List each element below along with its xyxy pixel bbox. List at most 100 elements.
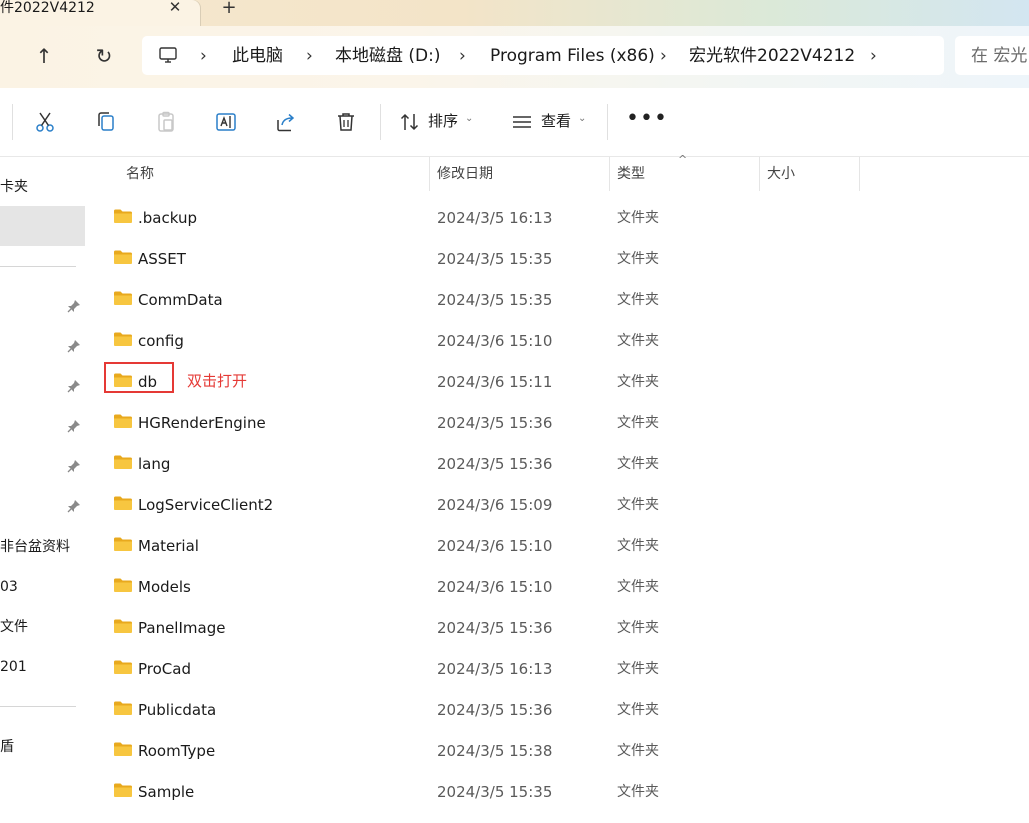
file-date: 2024/3/5 15:36 xyxy=(437,619,553,637)
view-icon[interactable] xyxy=(510,110,534,134)
column-header-name[interactable]: 名称 xyxy=(126,165,154,183)
column-divider[interactable] xyxy=(429,157,430,191)
pin-icon[interactable] xyxy=(66,298,82,314)
tab-active[interactable]: 件2022V4212 ✕ xyxy=(0,0,200,26)
divider xyxy=(12,104,13,140)
file-name[interactable]: Models xyxy=(138,578,191,596)
table-row[interactable]: HGRenderEngine 2024/3/5 15:36 文件夹 xyxy=(102,404,862,445)
file-type: 文件夹 xyxy=(617,579,659,595)
column-header-date[interactable]: 修改日期 xyxy=(437,165,493,183)
refresh-icon[interactable]: ↻ xyxy=(90,42,118,70)
share-icon[interactable] xyxy=(274,110,298,134)
folder-icon xyxy=(114,537,132,551)
chevron-right-icon[interactable]: › xyxy=(306,46,313,66)
table-row[interactable]: Models 2024/3/6 15:10 文件夹 xyxy=(102,568,862,609)
file-name[interactable]: CommData xyxy=(138,291,223,309)
table-row[interactable]: config 2024/3/6 15:10 文件夹 xyxy=(102,322,862,363)
file-name[interactable]: .backup xyxy=(138,209,197,227)
annotation-label: 双击打开 xyxy=(187,372,248,390)
file-date: 2024/3/5 15:35 xyxy=(437,250,553,268)
file-type: 文件夹 xyxy=(617,292,659,308)
delete-icon[interactable] xyxy=(334,110,358,134)
divider xyxy=(0,706,76,707)
chevron-right-icon[interactable]: › xyxy=(660,46,667,66)
table-row[interactable]: ProCad 2024/3/5 16:13 文件夹 xyxy=(102,650,862,691)
pin-icon[interactable] xyxy=(66,418,82,434)
paste-icon[interactable] xyxy=(154,110,178,134)
column-divider[interactable] xyxy=(859,157,860,191)
column-header-size[interactable]: 大小 xyxy=(767,165,795,183)
chevron-right-icon[interactable]: › xyxy=(459,46,466,66)
pin-icon[interactable] xyxy=(66,458,82,474)
table-row[interactable]: .backup 2024/3/5 16:13 文件夹 xyxy=(102,199,862,240)
folder-icon xyxy=(114,742,132,756)
sidebar-item-label[interactable]: 文件 xyxy=(0,618,28,636)
pin-icon[interactable] xyxy=(66,338,82,354)
search-input[interactable]: 在 宏光 xyxy=(955,36,1029,75)
divider xyxy=(0,266,76,267)
up-arrow-icon[interactable]: ↑ xyxy=(30,42,58,70)
table-row[interactable]: LogServiceClient2 2024/3/6 15:09 文件夹 xyxy=(102,486,862,527)
table-row[interactable]: ASSET 2024/3/5 15:35 文件夹 xyxy=(102,240,862,281)
command-bar: 排序 ⌄ 查看 ⌄ ••• xyxy=(0,88,1029,157)
breadcrumb-item-local-disk[interactable]: 本地磁盘 (D:) xyxy=(335,46,441,66)
cut-icon[interactable] xyxy=(33,110,57,134)
column-divider[interactable] xyxy=(609,157,610,191)
file-type: 文件夹 xyxy=(617,210,659,226)
pin-icon[interactable] xyxy=(66,378,82,394)
sidebar-item-label[interactable]: 非台盆资料 xyxy=(0,538,70,556)
sidebar-item-label[interactable]: 盾 xyxy=(0,738,14,756)
sort-ascending-icon: ^ xyxy=(678,153,688,166)
folder-icon xyxy=(114,701,132,715)
file-date: 2024/3/6 15:10 xyxy=(437,578,553,596)
folder-icon xyxy=(114,578,132,592)
table-row[interactable]: lang 2024/3/5 15:36 文件夹 xyxy=(102,445,862,486)
folder-icon xyxy=(114,660,132,674)
sidebar-item-label[interactable]: 201 xyxy=(0,658,27,676)
file-name[interactable]: ProCad xyxy=(138,660,191,678)
sidebar-item-selected[interactable] xyxy=(0,206,85,246)
address-bar[interactable]: › 此电脑 › 本地磁盘 (D:) › Program Files (x86) … xyxy=(142,36,944,75)
file-name[interactable]: Sample xyxy=(138,783,194,801)
file-date: 2024/3/5 15:36 xyxy=(437,455,553,473)
table-row[interactable]: PanelImage 2024/3/5 15:36 文件夹 xyxy=(102,609,862,650)
chevron-down-icon: ⌄ xyxy=(578,113,587,124)
column-divider[interactable] xyxy=(759,157,760,191)
table-row[interactable]: Sample 2024/3/5 15:35 文件夹 xyxy=(102,773,862,814)
column-header-type[interactable]: 类型 xyxy=(617,165,645,183)
file-name[interactable]: LogServiceClient2 xyxy=(138,496,273,514)
divider xyxy=(607,104,608,140)
file-list: ^ 名称 修改日期 类型 大小 .backup 2024/3/5 16:13 文件夹… xyxy=(88,153,1029,823)
table-row[interactable]: CommData 2024/3/5 15:35 文件夹 xyxy=(102,281,862,322)
breadcrumb-item-current-folder[interactable]: 宏光软件2022V4212 xyxy=(689,46,855,66)
chevron-right-icon[interactable]: › xyxy=(870,46,877,66)
copy-icon[interactable] xyxy=(94,110,118,134)
folder-icon xyxy=(114,332,132,346)
file-name[interactable]: Material xyxy=(138,537,199,555)
more-options-button[interactable]: ••• xyxy=(626,106,668,131)
file-type: 文件夹 xyxy=(617,661,659,677)
view-button[interactable]: 查看 xyxy=(541,111,571,131)
close-icon[interactable]: ✕ xyxy=(166,0,184,18)
sidebar-item-label[interactable]: 03 xyxy=(0,578,18,596)
file-name[interactable]: config xyxy=(138,332,184,350)
file-name[interactable]: RoomType xyxy=(138,742,215,760)
table-row[interactable]: Material 2024/3/6 15:10 文件夹 xyxy=(102,527,862,568)
breadcrumb-item-this-pc[interactable]: 此电脑 xyxy=(232,46,283,66)
file-name[interactable]: Publicdata xyxy=(138,701,216,719)
sort-button[interactable]: 排序 xyxy=(428,111,458,131)
table-row[interactable]: Publicdata 2024/3/5 15:36 文件夹 xyxy=(102,691,862,732)
breadcrumb-item-program-files[interactable]: Program Files (x86) xyxy=(490,46,655,66)
sort-icon[interactable] xyxy=(398,110,422,134)
file-name[interactable]: HGRenderEngine xyxy=(138,414,266,432)
new-tab-button[interactable]: + xyxy=(218,0,240,18)
computer-icon xyxy=(159,47,177,63)
file-name[interactable]: ASSET xyxy=(138,250,186,268)
file-name[interactable]: PanelImage xyxy=(138,619,225,637)
table-row[interactable]: RoomType 2024/3/5 15:38 文件夹 xyxy=(102,732,862,773)
rename-icon[interactable] xyxy=(214,110,238,134)
pin-icon[interactable] xyxy=(66,498,82,514)
folder-icon xyxy=(114,414,132,428)
file-name[interactable]: lang xyxy=(138,455,170,473)
sidebar-item-label[interactable]: 卡夹 xyxy=(0,178,28,196)
